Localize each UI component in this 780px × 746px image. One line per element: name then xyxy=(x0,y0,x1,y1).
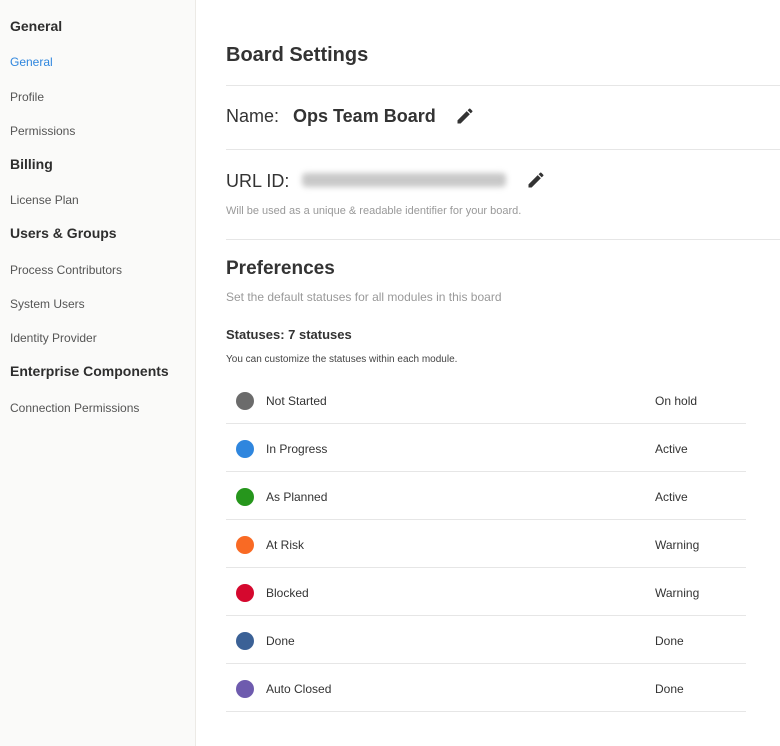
page-title: Board Settings xyxy=(226,44,369,66)
preferences-subtitle: Set the default statuses for all modules… xyxy=(226,290,502,304)
sidebar-item-connection-permissions[interactable]: Connection Permissions xyxy=(10,401,139,415)
sidebar-item-permissions[interactable]: Permissions xyxy=(10,124,75,138)
sidebar-item-identity-provider[interactable]: Identity Provider xyxy=(10,331,97,345)
status-name: Done xyxy=(266,634,295,648)
status-row[interactable]: Done Done xyxy=(226,616,746,664)
divider xyxy=(226,149,780,150)
name-label: Name: xyxy=(226,106,280,126)
statuses-note: You can customize the statuses within ea… xyxy=(226,354,458,365)
status-category: Done xyxy=(655,682,684,696)
edit-name-pencil-icon[interactable] xyxy=(455,106,475,126)
status-row[interactable]: Blocked Warning xyxy=(226,568,746,616)
url-id-help: Will be used as a unique & readable iden… xyxy=(226,205,522,217)
url-id-value-redacted xyxy=(302,173,506,187)
status-color-dot xyxy=(236,392,254,410)
sidebar-heading-enterprise: Enterprise Components xyxy=(10,363,169,379)
statuses-heading: Statuses: 7 statuses xyxy=(226,327,352,342)
status-color-dot xyxy=(236,584,254,602)
board-name: Ops Team Board xyxy=(293,106,436,126)
sidebar-item-process-contributors[interactable]: Process Contributors xyxy=(10,263,122,277)
status-color-dot xyxy=(236,632,254,650)
status-row[interactable]: Not Started On hold xyxy=(226,376,746,424)
status-category: On hold xyxy=(655,394,698,408)
status-color-dot xyxy=(236,488,254,506)
status-category: Warning xyxy=(655,586,700,600)
status-row[interactable]: As Planned Active xyxy=(226,472,746,520)
settings-sidebar: General General Profile Permissions Bill… xyxy=(0,0,196,746)
sidebar-item-system-users[interactable]: System Users xyxy=(10,297,85,311)
divider xyxy=(226,239,780,240)
status-name: In Progress xyxy=(266,442,328,456)
edit-url-pencil-icon[interactable] xyxy=(526,170,546,190)
status-name: Not Started xyxy=(266,394,327,408)
sidebar-heading-general: General xyxy=(10,18,63,34)
status-name: At Risk xyxy=(266,538,305,552)
status-category: Active xyxy=(655,490,688,504)
status-row[interactable]: In Progress Active xyxy=(226,424,746,472)
status-name: Blocked xyxy=(266,586,309,600)
status-row[interactable]: Auto Closed Done xyxy=(226,664,746,712)
sidebar-item-profile[interactable]: Profile xyxy=(10,90,44,104)
status-category: Active xyxy=(655,442,688,456)
status-color-dot xyxy=(236,440,254,458)
sidebar-heading-billing: Billing xyxy=(10,156,53,172)
status-category: Done xyxy=(655,634,684,648)
divider xyxy=(226,85,780,86)
sidebar-item-license-plan[interactable]: License Plan xyxy=(10,193,79,207)
sidebar-heading-users-groups: Users & Groups xyxy=(10,225,117,241)
status-category: Warning xyxy=(655,538,700,552)
status-name: Auto Closed xyxy=(266,682,332,696)
status-color-dot xyxy=(236,680,254,698)
status-color-dot xyxy=(236,536,254,554)
status-name: As Planned xyxy=(266,490,328,504)
sidebar-item-general[interactable]: General xyxy=(10,55,53,69)
url-id-label: URL ID: xyxy=(226,171,290,191)
preferences-title: Preferences xyxy=(226,258,335,279)
status-row[interactable]: At Risk Warning xyxy=(226,520,746,568)
